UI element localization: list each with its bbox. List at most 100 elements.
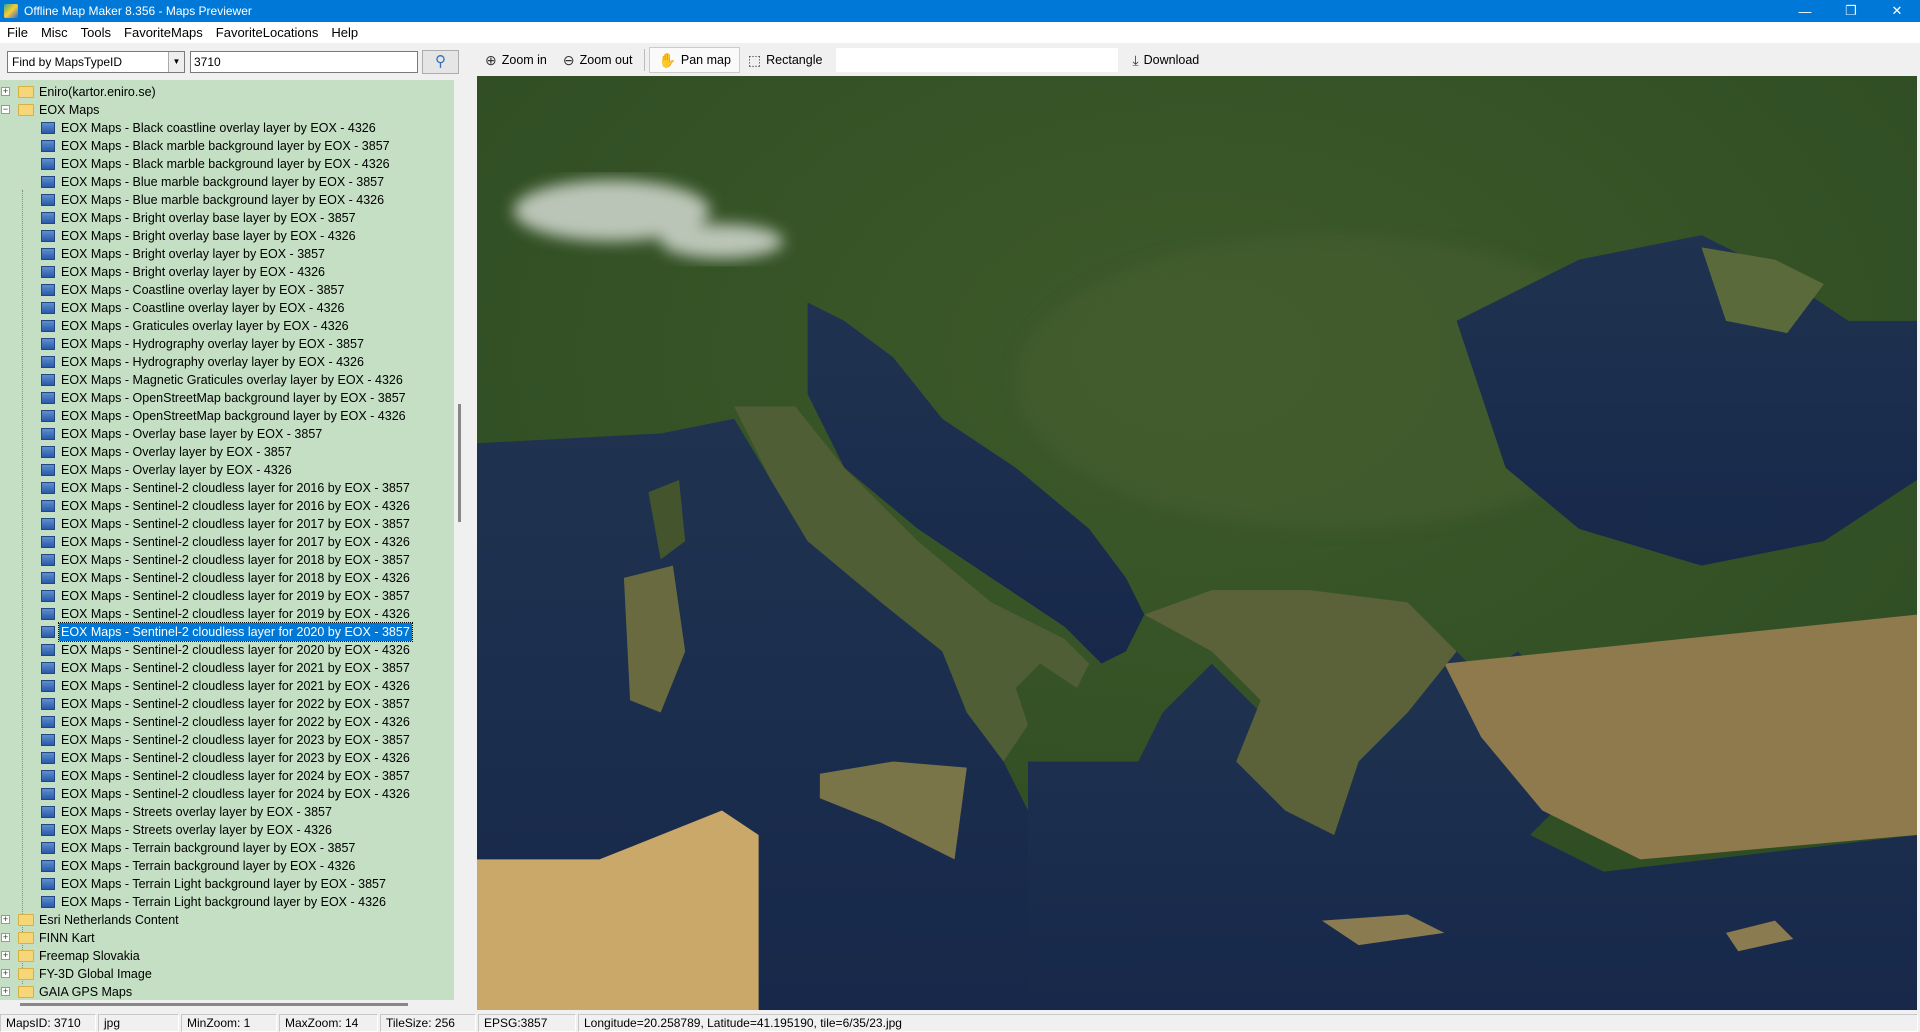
collapse-icon[interactable]: − bbox=[1, 105, 10, 114]
search-input[interactable] bbox=[190, 51, 418, 73]
tree-item-label: EOX Maps - Terrain background layer by E… bbox=[59, 857, 357, 875]
tree-item-label: EOX Maps - Bright overlay base layer by … bbox=[59, 227, 358, 245]
toolbar-field[interactable] bbox=[836, 48, 1118, 72]
rectangle-button[interactable]: ⬚Rectangle bbox=[740, 47, 831, 73]
tree-item-label: EOX Maps - Sentinel-2 cloudless layer fo… bbox=[59, 731, 412, 749]
menu-misc[interactable]: Misc bbox=[34, 25, 74, 40]
expand-icon[interactable]: + bbox=[1, 933, 10, 942]
tree-item-label: EOX Maps - Bright overlay base layer by … bbox=[59, 209, 358, 227]
tree-vertical-scrollbar[interactable] bbox=[456, 80, 464, 1000]
search-button[interactable]: ⚲ bbox=[422, 50, 459, 74]
tree-item-label: GAIA GPS Maps bbox=[37, 983, 134, 1000]
tree-item-label: Freemap Slovakia bbox=[37, 947, 142, 965]
zoom-in-icon: ⊕ bbox=[485, 52, 497, 69]
folder-icon bbox=[18, 104, 34, 116]
app-icon bbox=[4, 4, 18, 18]
map-layer-icon bbox=[41, 248, 55, 260]
scrollbar-thumb[interactable] bbox=[458, 404, 461, 522]
map-layer-icon bbox=[41, 698, 55, 710]
map-layer-icon bbox=[41, 194, 55, 206]
map-layer-icon bbox=[41, 212, 55, 224]
tree-item-label: EOX Maps - Sentinel-2 cloudless layer fo… bbox=[59, 515, 412, 533]
tree-item-label: FY-3D Global Image bbox=[37, 965, 154, 983]
tree-item-label: EOX Maps - Coastline overlay layer by EO… bbox=[59, 281, 346, 299]
expand-icon[interactable]: + bbox=[1, 969, 10, 978]
expand-icon[interactable]: + bbox=[1, 915, 10, 924]
map-layer-icon bbox=[41, 320, 55, 332]
map-layer-icon bbox=[41, 230, 55, 242]
tree-item-label: EOX Maps - Bright overlay layer by EOX -… bbox=[59, 245, 327, 263]
title-bar: Offline Map Maker 8.356 - Maps Previewer… bbox=[0, 0, 1920, 22]
tree-horizontal-scrollbar[interactable] bbox=[20, 1003, 408, 1006]
zoom-out-button[interactable]: ⊖ Zoom out bbox=[555, 47, 641, 73]
pan-map-button[interactable]: ✋Pan map bbox=[649, 47, 739, 73]
minimize-button[interactable]: — bbox=[1782, 0, 1828, 22]
expand-icon[interactable]: + bbox=[1, 87, 10, 96]
zoom-out-icon: ⊖ bbox=[563, 52, 575, 69]
status-coordinates: Longitude=20.258789, Latitude=41.195190,… bbox=[578, 1014, 1918, 1032]
menu-bar: File Misc Tools FavoriteMaps FavoriteLoc… bbox=[0, 22, 1920, 43]
tree-item-label: EOX Maps - Sentinel-2 cloudless layer fo… bbox=[59, 749, 412, 767]
status-tile-size: TileSize: 256 bbox=[380, 1014, 476, 1032]
folder-icon bbox=[18, 914, 34, 926]
tree-item-label: EOX Maps - Sentinel-2 cloudless layer fo… bbox=[59, 533, 412, 551]
map-layer-icon bbox=[41, 410, 55, 422]
tree-item-label: EOX Maps bbox=[37, 101, 101, 119]
menu-tools[interactable]: Tools bbox=[74, 25, 117, 40]
download-button[interactable]: ⤓Download bbox=[1124, 47, 1207, 73]
tree-item-label: EOX Maps - Terrain Light background laye… bbox=[59, 875, 388, 893]
map-layer-icon bbox=[41, 500, 55, 512]
tree-item-label: EOX Maps - Sentinel-2 cloudless layer fo… bbox=[59, 497, 412, 515]
map-layer-icon bbox=[41, 428, 55, 440]
chevron-down-icon[interactable]: ▼ bbox=[168, 52, 184, 72]
tree-item-label: FINN Kart bbox=[37, 929, 97, 947]
zoom-in-button[interactable]: ⊕Zoom in bbox=[477, 47, 555, 73]
status-maps-id: MapsID: 3710 bbox=[0, 1014, 96, 1032]
map-layer-icon bbox=[41, 446, 55, 458]
expand-icon[interactable]: + bbox=[1, 951, 10, 960]
map-layer-icon bbox=[41, 860, 55, 872]
hand-icon: ✋ bbox=[658, 52, 675, 69]
close-button[interactable]: ✕ bbox=[1874, 0, 1920, 22]
map-layer-icon bbox=[41, 626, 55, 638]
map-layer-icon bbox=[41, 662, 55, 674]
tree-item-label: Esri Netherlands Content bbox=[37, 911, 181, 929]
map-layer-icon bbox=[41, 464, 55, 476]
map-layer-icon bbox=[41, 122, 55, 134]
maps-tree: + Eniro(kartor.eniro.se) − EOX Maps EOX Maps… bbox=[0, 80, 454, 1000]
map-layer-icon bbox=[41, 716, 55, 728]
tree-item-label: EOX Maps - OpenStreetMap background laye… bbox=[59, 389, 408, 407]
tree-item-label: EOX Maps - Sentinel-2 cloudless layer fo… bbox=[59, 713, 412, 731]
folder-icon bbox=[18, 932, 34, 944]
tree-item-label: EOX Maps - Hydrography overlay layer by … bbox=[59, 335, 366, 353]
toolbar-separator bbox=[644, 49, 645, 71]
map-layer-icon bbox=[41, 158, 55, 170]
find-mode-select[interactable]: Find by MapsTypeID▼ bbox=[7, 51, 185, 73]
map-layer-icon bbox=[41, 374, 55, 386]
tree-item-label: EOX Maps - Terrain background layer by E… bbox=[59, 839, 357, 857]
menu-favorite-locations[interactable]: FavoriteLocations bbox=[209, 25, 325, 40]
tree-item-label: EOX Maps - OpenStreetMap background laye… bbox=[59, 407, 408, 425]
map-layer-icon bbox=[41, 356, 55, 368]
menu-favorite-maps[interactable]: FavoriteMaps bbox=[117, 25, 209, 40]
tree-item-label: EOX Maps - Sentinel-2 cloudless layer fo… bbox=[59, 551, 412, 569]
tree-item-label: Eniro(kartor.eniro.se) bbox=[37, 83, 158, 101]
map-layer-icon bbox=[41, 608, 55, 620]
tree-item-label: EOX Maps - Sentinel-2 cloudless layer fo… bbox=[59, 605, 412, 623]
map-view[interactable] bbox=[477, 76, 1917, 1010]
map-layer-icon bbox=[41, 518, 55, 530]
window-title: Offline Map Maker 8.356 - Maps Previewer bbox=[24, 4, 252, 18]
map-layer-icon bbox=[41, 788, 55, 800]
menu-help[interactable]: Help bbox=[324, 25, 364, 40]
map-layer-icon bbox=[41, 338, 55, 350]
satellite-map[interactable] bbox=[477, 76, 1917, 1010]
tree-item-label: EOX Maps - Sentinel-2 cloudless layer fo… bbox=[59, 785, 412, 803]
restore-button[interactable]: ❐ bbox=[1828, 0, 1874, 22]
map-layer-icon bbox=[41, 572, 55, 584]
tree-item-label: EOX Maps - Hydrography overlay layer by … bbox=[59, 353, 366, 371]
expand-icon[interactable]: + bbox=[1, 987, 10, 996]
menu-file[interactable]: File bbox=[0, 25, 34, 40]
tree-item-label: EOX Maps - Magnetic Graticules overlay l… bbox=[59, 371, 405, 389]
zoom-out-label: Zoom out bbox=[580, 53, 633, 67]
tree-item-label: EOX Maps - Sentinel-2 cloudless layer fo… bbox=[59, 767, 412, 785]
